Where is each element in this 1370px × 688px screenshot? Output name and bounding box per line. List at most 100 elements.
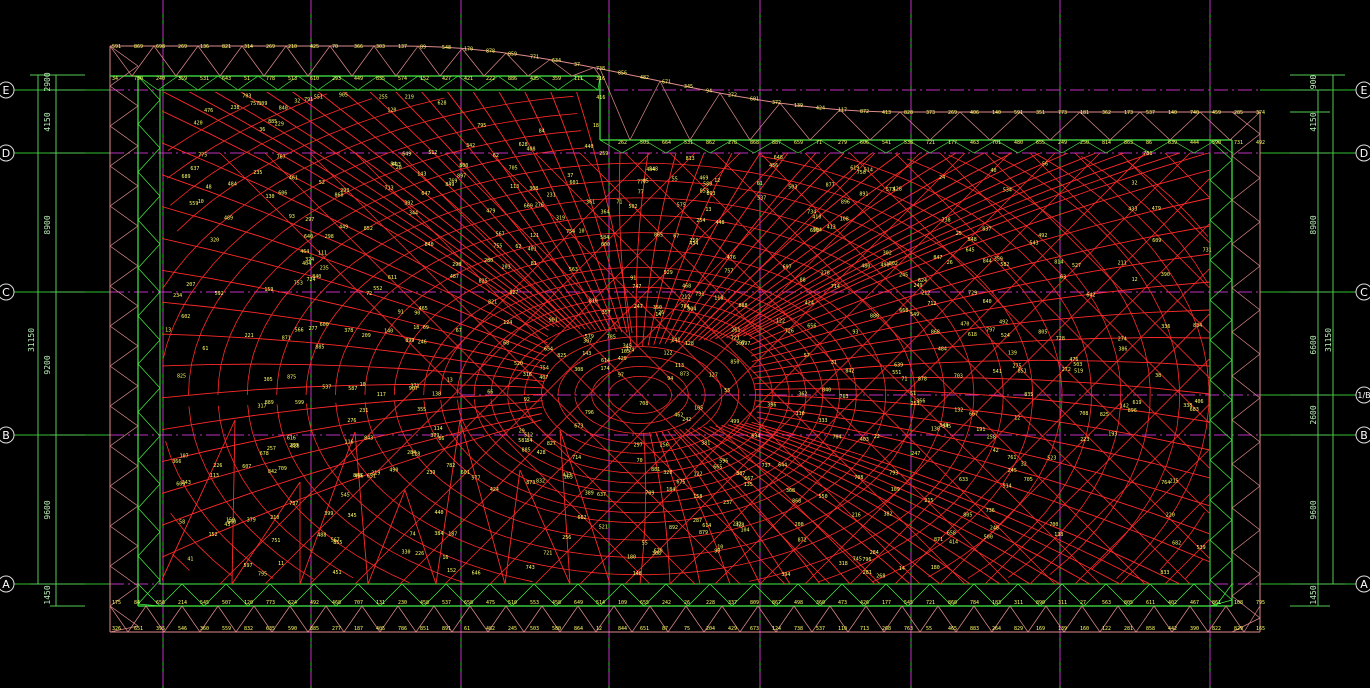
mesh-ring-member bbox=[335, 384, 337, 396]
node-label: 825 bbox=[479, 278, 488, 284]
node-label: 795 bbox=[258, 571, 267, 577]
edge-node-label: 230 bbox=[398, 600, 407, 606]
edge-node-label: 137 bbox=[398, 44, 407, 50]
node-label: 669 bbox=[524, 203, 533, 209]
mesh-ring-member bbox=[541, 387, 543, 392]
edge-node-label: 591 bbox=[1014, 110, 1023, 116]
edge-node-label: 183 bbox=[992, 600, 1001, 606]
node-label: 897 bbox=[457, 174, 466, 180]
node-label: 545 bbox=[341, 493, 350, 499]
edge-node-label: 707 bbox=[354, 600, 363, 606]
node-label: 364 bbox=[601, 210, 610, 216]
node-label: 708 bbox=[639, 401, 648, 407]
node-label: 42 bbox=[993, 448, 999, 454]
node-label: 488 bbox=[317, 532, 326, 538]
node-label: 724 bbox=[307, 277, 316, 283]
edge-node-label: 269 bbox=[178, 44, 187, 50]
edge-node-label: 658 bbox=[464, 600, 473, 606]
edge-node-label: 541 bbox=[882, 140, 891, 146]
node-label: 128 bbox=[685, 341, 694, 347]
edge-node-label: 435 bbox=[530, 76, 539, 82]
node-label: 724 bbox=[625, 348, 634, 354]
node-label: 534 bbox=[1003, 187, 1012, 193]
edge-node-label: 507 bbox=[222, 600, 231, 606]
edge-node-label: 269 bbox=[948, 110, 957, 116]
node-label: 879 bbox=[699, 530, 708, 536]
node-label: 468 bbox=[682, 283, 691, 289]
node-label: 607 bbox=[242, 464, 251, 470]
node-label: 336 bbox=[1161, 324, 1170, 330]
edge-node-label: 606 bbox=[860, 140, 869, 146]
node-label: 25 bbox=[956, 231, 962, 237]
node-label: 775 bbox=[198, 153, 207, 159]
edge-node-label: 475 bbox=[486, 600, 495, 606]
node-label: 223 bbox=[1080, 437, 1089, 443]
node-label: 401 bbox=[528, 247, 537, 253]
node-label: 124 bbox=[503, 320, 512, 326]
edge-node-label: 122 bbox=[1102, 626, 1111, 632]
mesh-ring-member bbox=[609, 388, 611, 390]
edge-node-label: 55 bbox=[926, 626, 932, 632]
edge-node-label: 360 bbox=[816, 600, 825, 606]
node-label: 840 bbox=[425, 242, 434, 248]
node-label: 489 bbox=[224, 216, 233, 222]
node-label: 537 bbox=[322, 384, 331, 390]
mesh-radial-member bbox=[1152, 337, 1210, 339]
node-label: 93 bbox=[852, 329, 858, 335]
node-label: 84 bbox=[539, 128, 545, 134]
mesh-radial-member bbox=[1038, 359, 1096, 362]
mesh-ring-member bbox=[620, 379, 623, 381]
edge-node-label: 856 bbox=[618, 70, 627, 76]
node-label: 797 bbox=[986, 328, 995, 334]
node-label: 781 bbox=[1143, 151, 1152, 157]
node-label: 469 bbox=[699, 176, 708, 182]
edge-node-label: 84 bbox=[134, 600, 140, 606]
node-label: 550 bbox=[819, 494, 828, 500]
node-label: 479 bbox=[1152, 206, 1161, 212]
edge-node-label: 858 bbox=[1146, 626, 1155, 632]
node-label: 309 bbox=[258, 101, 267, 107]
node-label: 259 bbox=[599, 151, 608, 157]
node-label: 745 bbox=[853, 557, 862, 563]
edge-node-label: 643 bbox=[222, 76, 231, 82]
node-label: 896 bbox=[841, 199, 850, 205]
node-label: 142 bbox=[1120, 403, 1129, 409]
node-label: 673 bbox=[574, 424, 583, 430]
edge-node-label: 458 bbox=[552, 600, 561, 606]
mesh-ring-member bbox=[624, 421, 628, 423]
mesh-ring-member bbox=[651, 411, 654, 413]
node-label: 127 bbox=[709, 372, 718, 378]
node-label: 703 bbox=[954, 374, 963, 380]
edge-node-label: 278 bbox=[728, 140, 737, 146]
edge-node-label: 731 bbox=[1234, 140, 1243, 146]
node-label: 407 bbox=[539, 375, 548, 381]
node-label: 114 bbox=[434, 426, 443, 432]
edge-node-label: 784 bbox=[970, 600, 979, 606]
node-label: 66 bbox=[487, 390, 493, 396]
node-label: 215 bbox=[1170, 478, 1179, 484]
edge-node-label: 111 bbox=[574, 76, 583, 82]
node-label: 56 bbox=[1042, 162, 1048, 168]
edge-node-label: 277 bbox=[332, 626, 341, 632]
node-label: 403 bbox=[860, 437, 869, 443]
dim-right-1: 900 bbox=[1309, 75, 1318, 90]
edge-node-label: 611 bbox=[1146, 600, 1155, 606]
roof-edge-top bbox=[849, 109, 861, 112]
mesh-ring-member bbox=[620, 306, 630, 309]
node-label: 276 bbox=[347, 418, 356, 424]
node-label: 333 bbox=[819, 418, 828, 424]
node-label: 470 bbox=[960, 321, 969, 327]
node-label: 91 bbox=[630, 275, 636, 281]
edge-node-label: 173 bbox=[1124, 110, 1133, 116]
node-label: 345 bbox=[348, 513, 357, 519]
node-label: 362 bbox=[798, 391, 807, 397]
edge-node-label: 175 bbox=[112, 600, 121, 606]
edge-node-label: 624 bbox=[288, 600, 297, 606]
edge-node-label: 37 bbox=[574, 62, 580, 68]
edge-node-label: 124 bbox=[772, 626, 781, 632]
edge-node-label: 887 bbox=[772, 140, 781, 146]
node-label: 449 bbox=[339, 225, 348, 231]
axis-label-right-e: E bbox=[1361, 84, 1368, 97]
edge-node-label: 311 bbox=[1014, 600, 1023, 606]
node-label: 13 bbox=[447, 378, 453, 384]
